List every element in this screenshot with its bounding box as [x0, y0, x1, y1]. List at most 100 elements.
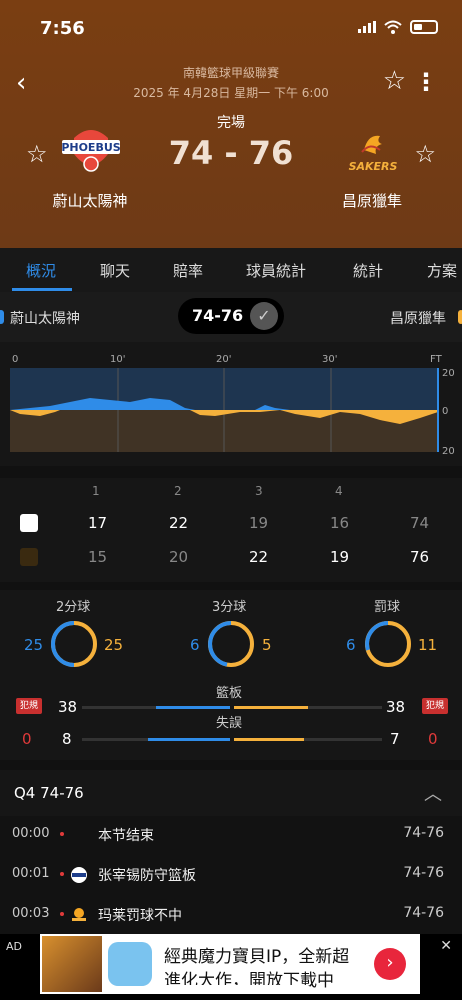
tab-overview[interactable]: 概況 — [26, 260, 56, 281]
quarter-score-table: 1 2 3 4 17 22 19 16 74 15 20 22 19 76 — [0, 478, 462, 582]
q-header-4: 4 — [335, 484, 343, 498]
three-pt-away: 5 — [262, 636, 272, 654]
x-label-30: 30' — [322, 354, 337, 365]
free-throw-ring — [365, 621, 411, 667]
home-total: 74 — [410, 514, 430, 532]
close-icon[interactable]: ✕ — [440, 938, 452, 954]
tab-stats[interactable]: 統計 — [353, 260, 383, 281]
favorite-star-icon[interactable]: ☆ — [383, 66, 406, 96]
away-color-marker — [458, 310, 462, 324]
home-team-icon — [71, 867, 87, 883]
away-foul-badge: 犯規 — [422, 698, 448, 714]
timeline-dot — [60, 872, 64, 876]
ad-app-icon — [108, 942, 152, 986]
tab-chat[interactable]: 聊天 — [100, 260, 130, 281]
play-text: 玛莱罚球不中 — [98, 908, 182, 924]
list-item: 00:01 张宰锡防守篮板 74-76 — [0, 856, 462, 894]
rebounds-home: 38 — [58, 698, 78, 716]
signal-icon — [358, 21, 376, 33]
tab-plans[interactable]: 方案 — [427, 260, 457, 281]
ad-text-line1: 經典魔力寶貝IP，全新超 — [164, 947, 350, 967]
away-q1: 15 — [88, 548, 108, 566]
play-time: 00:00 — [12, 826, 50, 841]
rebounds-away-bar — [234, 706, 308, 709]
home-mini-logo — [20, 514, 38, 532]
away-q4: 19 — [330, 548, 350, 566]
away-team-icon — [72, 908, 86, 921]
momentum-svg: 0 10' 20' 30' FT 20 0 20 — [10, 354, 455, 457]
play-text: 本节结束 — [98, 828, 154, 844]
q-header-1: 1 — [92, 484, 100, 498]
active-tab-indicator — [12, 288, 72, 291]
turnovers-away: 7 — [390, 730, 400, 748]
y-label-bottom: 20 — [442, 446, 455, 457]
turnovers-home: 8 — [62, 730, 72, 748]
away-q3: 22 — [249, 548, 269, 566]
more-icon[interactable]: ⋮ — [414, 68, 438, 96]
timeline-dot — [60, 912, 64, 916]
tab-player-stats[interactable]: 球員統計 — [246, 260, 306, 281]
home-q2: 22 — [169, 514, 189, 532]
quarter-title: Q4 74-76 — [14, 784, 84, 802]
three-pt-home: 6 — [190, 636, 200, 654]
home-q4: 16 — [330, 514, 350, 532]
x-label-ft: FT — [430, 354, 443, 365]
play-by-play-list: 00:00 本节结束 74-76 00:01 张宰锡防守篮板 74-76 00:… — [0, 816, 462, 936]
ad-label: AD — [6, 940, 22, 953]
scorebar-score: 74-76 — [192, 306, 244, 325]
score-pill: 74-76 ✓ — [178, 298, 284, 334]
free-throw-home: 6 — [346, 636, 356, 654]
y-label-mid: 0 — [442, 406, 448, 417]
timeline-dot — [60, 832, 64, 836]
scorebar-away-name: 昌原獵隼 — [390, 311, 446, 327]
momentum-chart: 0 10' 20' 30' FT 20 0 20 — [0, 342, 462, 466]
play-score: 74-76 — [403, 865, 444, 881]
home-q1: 17 — [88, 514, 108, 532]
away-fouls: 0 — [428, 730, 438, 748]
list-item: 00:03 玛莱罚球不中 74-76 — [0, 896, 462, 934]
x-label-0: 0 — [12, 354, 18, 365]
check-icon: ✓ — [250, 302, 278, 330]
team-stats-panel: 2分球 3分球 罰球 25 25 6 5 6 11 籃板 犯規 38 38 犯規… — [0, 590, 462, 760]
away-q2: 20 — [169, 548, 189, 566]
play-time: 00:03 — [12, 906, 50, 921]
away-mini-logo — [20, 548, 38, 566]
home-foul-badge: 犯規 — [16, 698, 42, 714]
chevron-up-icon[interactable]: ︿ — [424, 780, 442, 806]
two-pt-ring — [51, 621, 97, 667]
match-status: 完場 — [217, 115, 245, 131]
turnovers-away-bar — [234, 738, 304, 741]
home-indicator — [150, 985, 310, 990]
match-header: 7:56 ‹ 南韓籃球甲級聯賽 2025 年 4月28日 星期一 下午 6:00… — [0, 0, 462, 248]
system-icons — [358, 20, 438, 34]
score-summary-bar: 蔚山太陽神 74-76 ✓ 昌原獵隼 — [0, 292, 462, 342]
final-score: 74 - 76 — [168, 134, 294, 172]
q-header-2: 2 — [174, 484, 182, 498]
rebounds-home-bar — [156, 706, 230, 709]
three-pt-label: 3分球 — [212, 600, 247, 615]
play-score: 74-76 — [403, 825, 444, 841]
free-throw-away: 11 — [418, 636, 438, 654]
chevron-right-icon[interactable]: › — [374, 948, 406, 980]
home-color-marker — [0, 310, 4, 324]
away-team-name[interactable]: 昌原獵隼 — [322, 190, 422, 211]
home-team-name[interactable]: 蔚山太陽神 — [40, 190, 140, 211]
play-score: 74-76 — [403, 905, 444, 921]
y-label-top: 20 — [442, 368, 455, 379]
quarter-section-header[interactable]: Q4 74-76 ︿ — [0, 770, 462, 816]
rebounds-label: 籃板 — [216, 686, 243, 701]
two-pt-label: 2分球 — [56, 600, 91, 615]
tab-odds[interactable]: 賠率 — [173, 260, 203, 281]
ad-image — [42, 936, 102, 992]
list-item: 00:00 本节结束 74-76 — [0, 816, 462, 854]
play-time: 00:01 — [12, 866, 50, 881]
ad-banner-area: AD ✕ 經典魔力寶貝IP，全新超 進化大作，開放下載中 › — [0, 934, 462, 1000]
x-label-20: 20' — [216, 354, 231, 365]
three-pt-ring — [208, 621, 254, 667]
play-text: 张宰锡防守篮板 — [98, 868, 196, 884]
turnovers-label: 失誤 — [216, 716, 243, 731]
status-time: 7:56 — [40, 18, 85, 39]
free-throw-label: 罰球 — [374, 600, 401, 615]
tab-bar: 概況 聊天 賠率 球員統計 統計 方案 — [0, 248, 462, 292]
turnovers-home-bar — [148, 738, 230, 741]
